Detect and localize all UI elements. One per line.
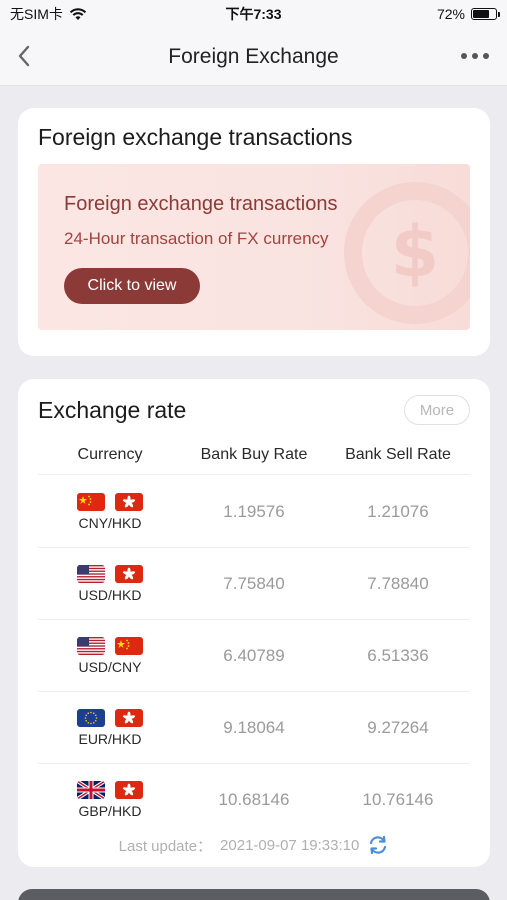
- nav-bar: Foreign Exchange: [0, 28, 507, 86]
- exchange-rate-card: Exchange rate More Currency Bank Buy Rat…: [18, 379, 490, 867]
- currency-pair: GBP/HKD: [78, 803, 142, 819]
- last-update: Last update： 2021-09-07 19:33:10: [18, 834, 490, 856]
- banner-subtitle: 24-Hour transaction of FX currency: [64, 229, 329, 248]
- card-title: Exchange rate: [38, 397, 187, 423]
- refresh-icon[interactable]: [367, 834, 389, 856]
- buy-rate: 1.19576: [223, 501, 285, 521]
- hk-flag-icon: [115, 708, 143, 727]
- last-update-value: 2021-09-07 19:33:10: [220, 836, 360, 854]
- more-dots-icon: [461, 53, 467, 59]
- currency-pair: USD/CNY: [78, 658, 142, 675]
- carrier-label: 无SIM卡: [10, 6, 63, 22]
- rate-table-header: Currency Bank Buy Rate Bank Sell Rate: [38, 435, 470, 475]
- back-button[interactable]: [10, 40, 38, 72]
- header-sell-rate: Bank Sell Rate: [345, 445, 451, 463]
- more-dot: [483, 53, 489, 59]
- battery-fill: [473, 10, 489, 18]
- rate-table-body: CNY/HKD 1.19576 1.21076 USD/HKD 7.75840 …: [38, 476, 470, 836]
- rate-row[interactable]: GBP/HKD 10.68146 10.76146: [38, 764, 470, 836]
- fx-banner[interactable]: $ Foreign exchange transactions 24-Hour …: [38, 164, 470, 330]
- currency-pair: USD/HKD: [78, 586, 142, 603]
- currency-pair: CNY/HKD: [78, 514, 142, 531]
- rate-row[interactable]: CNY/HKD 1.19576 1.21076: [38, 476, 470, 548]
- page-title: Foreign Exchange: [168, 44, 339, 68]
- buy-rate: 10.68146: [218, 790, 290, 809]
- header-buy-rate: Bank Buy Rate: [200, 445, 308, 463]
- sell-rate: 10.76146: [362, 790, 434, 809]
- wifi-icon: [69, 8, 87, 20]
- cn-flag-icon: [115, 636, 143, 655]
- click-to-view-button[interactable]: Click to view: [64, 268, 200, 304]
- flag-pair: [77, 636, 143, 655]
- sell-rate: 9.27264: [367, 717, 429, 737]
- sell-rate: 6.51336: [367, 645, 429, 665]
- more-menu-button[interactable]: [455, 44, 495, 68]
- rate-row[interactable]: USD/CNY 6.40789 6.51336: [38, 620, 470, 692]
- battery-percent: 72%: [436, 6, 465, 22]
- us-flag-icon: [77, 636, 105, 655]
- us-flag-icon: [77, 564, 105, 583]
- card-title: Foreign exchange transactions: [38, 124, 353, 150]
- currency-cell: USD/CNY: [38, 636, 182, 675]
- status-right: 72%: [436, 6, 500, 22]
- hk-flag-icon: [115, 564, 143, 583]
- dollar-coin-icon: $: [344, 182, 470, 324]
- rate-row[interactable]: USD/HKD 7.75840 7.78840: [38, 548, 470, 620]
- gb-flag-icon: [77, 781, 105, 799]
- last-update-label: Last update：: [118, 837, 213, 855]
- hk-flag-icon: [115, 492, 143, 511]
- eu-flag-icon: [77, 708, 105, 727]
- cn-flag-icon: [77, 492, 105, 511]
- more-dot: [472, 53, 478, 59]
- currency-cell: GBP/HKD: [38, 781, 182, 819]
- next-card-peek: [18, 889, 490, 900]
- svg-text:$: $: [391, 211, 440, 293]
- chevron-left-icon: [18, 45, 30, 67]
- fx-transactions-card: Foreign exchange transactions $ Foreign …: [18, 108, 490, 356]
- flag-pair: [77, 564, 143, 583]
- currency-cell: CNY/HKD: [38, 492, 182, 531]
- rate-row[interactable]: EUR/HKD 9.18064 9.27264: [38, 692, 470, 764]
- buy-rate: 7.75840: [223, 573, 285, 593]
- hk-flag-icon: [115, 781, 143, 799]
- currency-cell: USD/HKD: [38, 564, 182, 603]
- currency-cell: EUR/HKD: [38, 708, 182, 747]
- status-left: 无SIM卡: [10, 4, 87, 24]
- more-button[interactable]: More: [404, 395, 470, 425]
- flag-pair: [77, 708, 143, 727]
- buy-rate: 9.18064: [223, 717, 285, 737]
- banner-title: Foreign exchange transactions: [64, 193, 338, 215]
- sell-rate: 1.21076: [367, 501, 429, 521]
- buy-rate: 6.40789: [223, 645, 285, 665]
- currency-pair: EUR/HKD: [78, 730, 142, 747]
- header-currency: Currency: [77, 445, 143, 463]
- flag-pair: [77, 492, 143, 511]
- flag-pair: [77, 781, 143, 799]
- sell-rate: 7.78840: [367, 573, 429, 593]
- status-bar: 无SIM卡 下午7:33 72%: [0, 0, 507, 28]
- battery-icon: [471, 8, 500, 20]
